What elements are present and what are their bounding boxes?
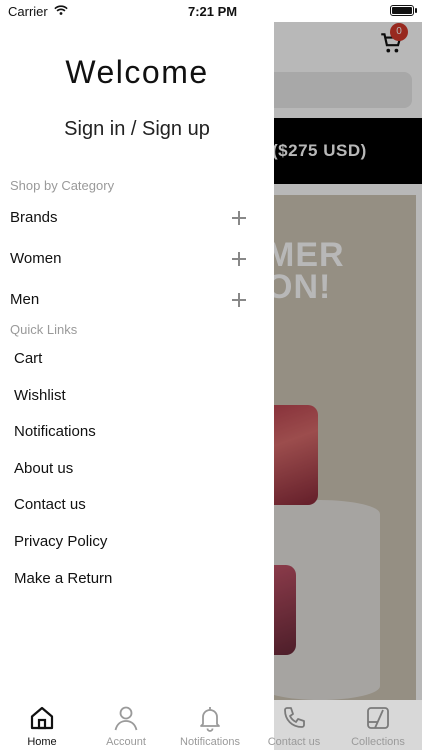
tab-notifications[interactable]: Notifications (168, 700, 252, 750)
category-women[interactable]: Women (0, 240, 274, 278)
welcome-title: Welcome (65, 54, 209, 90)
link-label: Notifications (14, 423, 96, 440)
signin-link[interactable]: Sign in / Sign up (0, 118, 274, 141)
tab-label: Notifications (180, 736, 240, 748)
category-men[interactable]: Men (0, 281, 274, 319)
collections-icon (367, 707, 389, 729)
link-privacy-policy[interactable]: Privacy Policy (0, 525, 274, 559)
clock-time: 7:21 PM (188, 4, 238, 19)
tab-label: Account (106, 736, 146, 748)
link-about-us[interactable]: About us (0, 452, 274, 486)
tab-label: Contact us (267, 736, 321, 748)
tab-collections[interactable]: Collections (336, 700, 420, 750)
category-label: Brands (10, 209, 58, 226)
quick-links-heading: Quick Links (10, 322, 78, 337)
category-brands[interactable]: Brands (0, 199, 274, 237)
phone-icon (284, 707, 305, 728)
status-bar: Carrier 7:21 PM (0, 0, 422, 22)
tab-account[interactable]: Account (84, 700, 168, 750)
plus-icon[interactable] (232, 252, 246, 266)
plus-icon[interactable] (232, 293, 246, 307)
wifi-icon (54, 5, 68, 15)
link-make-a-return[interactable]: Make a Return (0, 562, 274, 596)
carrier-label: Carrier (8, 4, 48, 19)
category-label: Women (10, 250, 62, 267)
link-label: About us (14, 460, 74, 477)
home-icon (30, 706, 54, 730)
link-notifications[interactable]: Notifications (0, 415, 274, 449)
tab-home[interactable]: Home (0, 700, 84, 750)
link-wishlist[interactable]: Wishlist (0, 379, 274, 413)
link-label: Cart (14, 350, 43, 367)
link-label: Wishlist (14, 387, 66, 404)
side-drawer: Welcome Sign in / Sign up Shop by Catego… (0, 22, 274, 750)
bottom-tab-bar: Home Account Notifications Contact us Co… (0, 700, 422, 750)
link-cart[interactable]: Cart (0, 342, 274, 376)
tab-contact-us[interactable]: Contact us (252, 700, 336, 750)
battery-icon (390, 5, 417, 16)
tab-label: Home (27, 736, 57, 748)
link-label: Privacy Policy (14, 533, 108, 550)
bell-icon (200, 707, 220, 732)
tab-label: Collections (351, 736, 405, 748)
link-label: Make a Return (14, 570, 113, 587)
category-heading: Shop by Category (10, 178, 115, 193)
link-contact-us[interactable]: Contact us (0, 488, 274, 522)
plus-icon[interactable] (232, 211, 246, 225)
person-icon (114, 706, 138, 731)
category-label: Men (10, 291, 40, 308)
link-label: Contact us (14, 496, 86, 513)
